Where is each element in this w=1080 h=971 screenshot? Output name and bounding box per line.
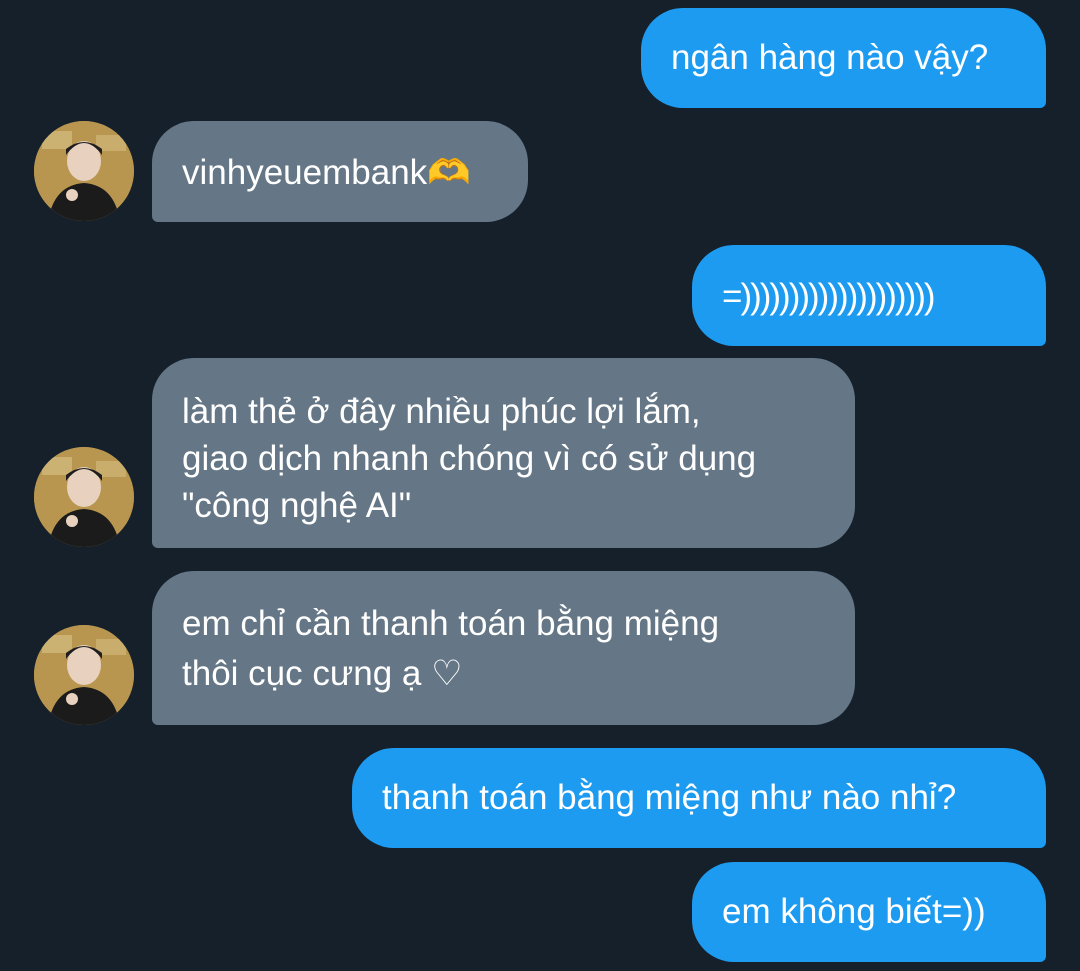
message-text-line: làm thẻ ở đây nhiều phúc lợi lắm, xyxy=(182,392,701,431)
avatar-photo-icon xyxy=(34,121,134,221)
message-text-line: giao dịch nhanh chóng vì có sử dụng xyxy=(182,439,757,478)
message-bubble-sent[interactable]: em không biết=)) xyxy=(692,862,1046,962)
avatar[interactable] xyxy=(34,625,134,725)
message-text: ngân hàng nào vậy? xyxy=(671,38,989,77)
avatar-photo-icon xyxy=(34,625,134,725)
message-bubble-sent[interactable]: ngân hàng nào vậy? xyxy=(641,8,1046,108)
avatar[interactable] xyxy=(34,121,134,221)
message-text: thanh toán bằng miệng như nào nhỉ? xyxy=(382,778,957,817)
message-text: em không biết=)) xyxy=(722,892,986,931)
message-bubble-received[interactable]: em chỉ cần thanh toán bằng miệng thôi cụ… xyxy=(152,571,855,725)
message-bubble-received[interactable]: làm thẻ ở đây nhiều phúc lợi lắm, giao d… xyxy=(152,358,855,548)
message-bubble-received[interactable]: vinhyeuembank🫶 xyxy=(152,121,528,222)
message-bubble-sent[interactable]: =)))))))))))))))))))) xyxy=(692,245,1046,346)
avatar[interactable] xyxy=(34,447,134,547)
message-bubble-sent[interactable]: thanh toán bằng miệng như nào nhỉ? xyxy=(352,748,1046,848)
message-text-line: em chỉ cần thanh toán bằng miệng xyxy=(182,604,720,643)
message-text-line: "công nghệ AI" xyxy=(182,486,412,525)
message-text-line: thôi cục cưng ạ ♡ xyxy=(182,654,463,693)
message-text: =)))))))))))))))))))) xyxy=(722,277,936,316)
avatar-photo-icon xyxy=(34,447,134,547)
message-text: vinhyeuembank🫶 xyxy=(182,153,471,192)
